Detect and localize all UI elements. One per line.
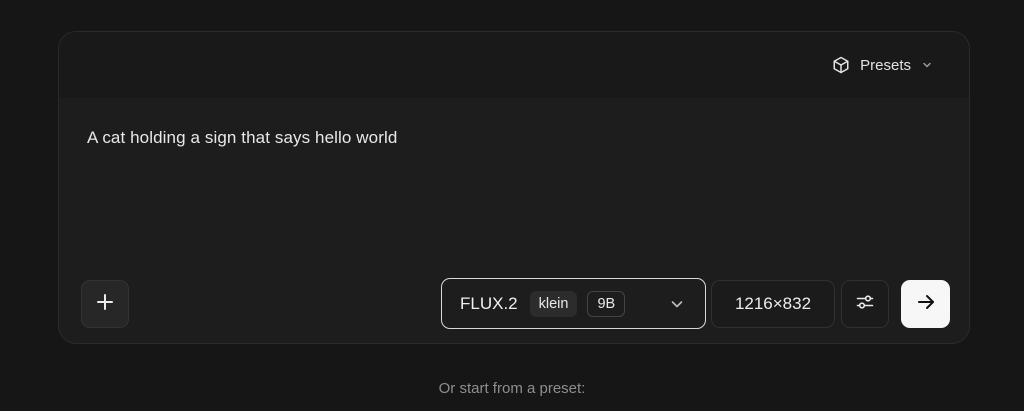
model-name: FLUX.2 <box>460 293 518 313</box>
presets-dropdown[interactable]: Presets <box>832 54 933 76</box>
submit-button[interactable] <box>901 280 950 328</box>
model-size-badge: 9B <box>587 290 626 317</box>
arrow-right-icon <box>916 292 936 317</box>
card-header: Presets <box>59 32 969 98</box>
model-selector[interactable]: FLUX.2 klein 9B <box>441 278 706 329</box>
preset-hint: Or start from a preset: <box>438 380 586 397</box>
chevron-down-icon <box>669 296 685 317</box>
chevron-down-icon <box>921 59 933 71</box>
prompt-input[interactable]: A cat holding a sign that says hello wor… <box>87 128 397 148</box>
plus-icon <box>96 293 114 316</box>
model-variant-badge: klein <box>529 290 578 317</box>
sliders-icon <box>855 292 875 317</box>
resolution-button[interactable]: 1216×832 <box>711 280 835 328</box>
settings-button[interactable] <box>841 280 889 328</box>
prompt-card: Presets A cat holding a sign that says h… <box>58 31 970 344</box>
add-button[interactable] <box>81 280 129 328</box>
box-icon <box>832 56 850 74</box>
presets-label: Presets <box>860 56 911 74</box>
